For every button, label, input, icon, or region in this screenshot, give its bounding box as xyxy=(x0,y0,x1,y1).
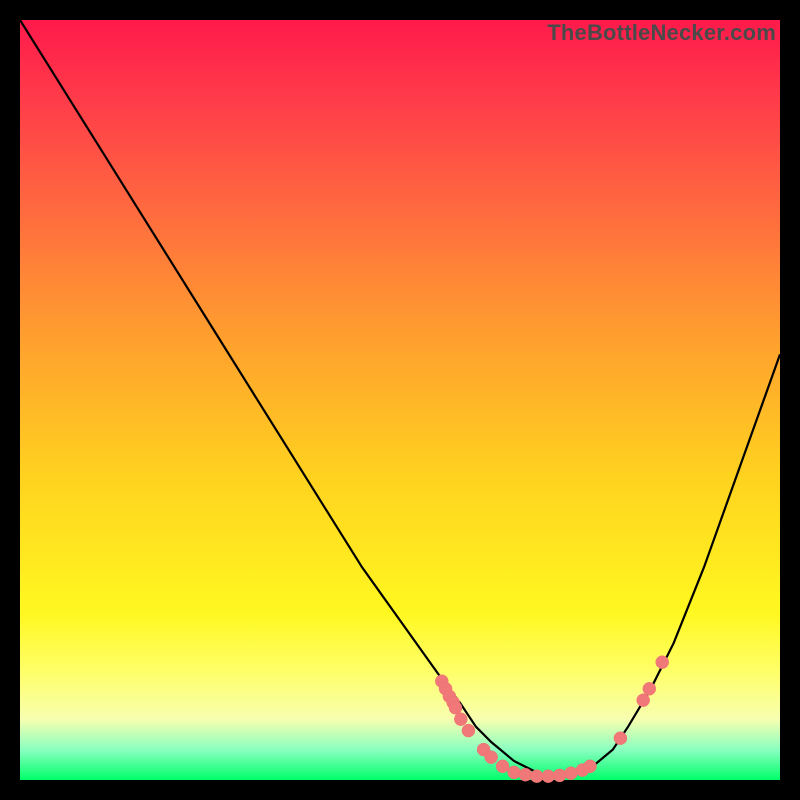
data-point xyxy=(519,768,532,781)
data-point xyxy=(496,760,509,773)
data-point xyxy=(637,694,650,707)
data-point xyxy=(643,682,656,695)
chart-svg xyxy=(20,20,780,780)
data-point xyxy=(584,760,597,773)
chart-frame: TheBottleNecker.com xyxy=(20,20,780,780)
data-point xyxy=(449,701,462,714)
data-point xyxy=(565,767,578,780)
data-point xyxy=(553,769,566,782)
watermark-text: TheBottleNecker.com xyxy=(547,20,776,46)
data-point xyxy=(454,713,467,726)
data-point xyxy=(530,770,543,783)
data-point xyxy=(485,751,498,764)
data-point xyxy=(508,766,521,779)
data-point xyxy=(462,724,475,737)
data-point xyxy=(542,770,555,783)
data-point xyxy=(614,732,627,745)
data-point xyxy=(656,656,669,669)
